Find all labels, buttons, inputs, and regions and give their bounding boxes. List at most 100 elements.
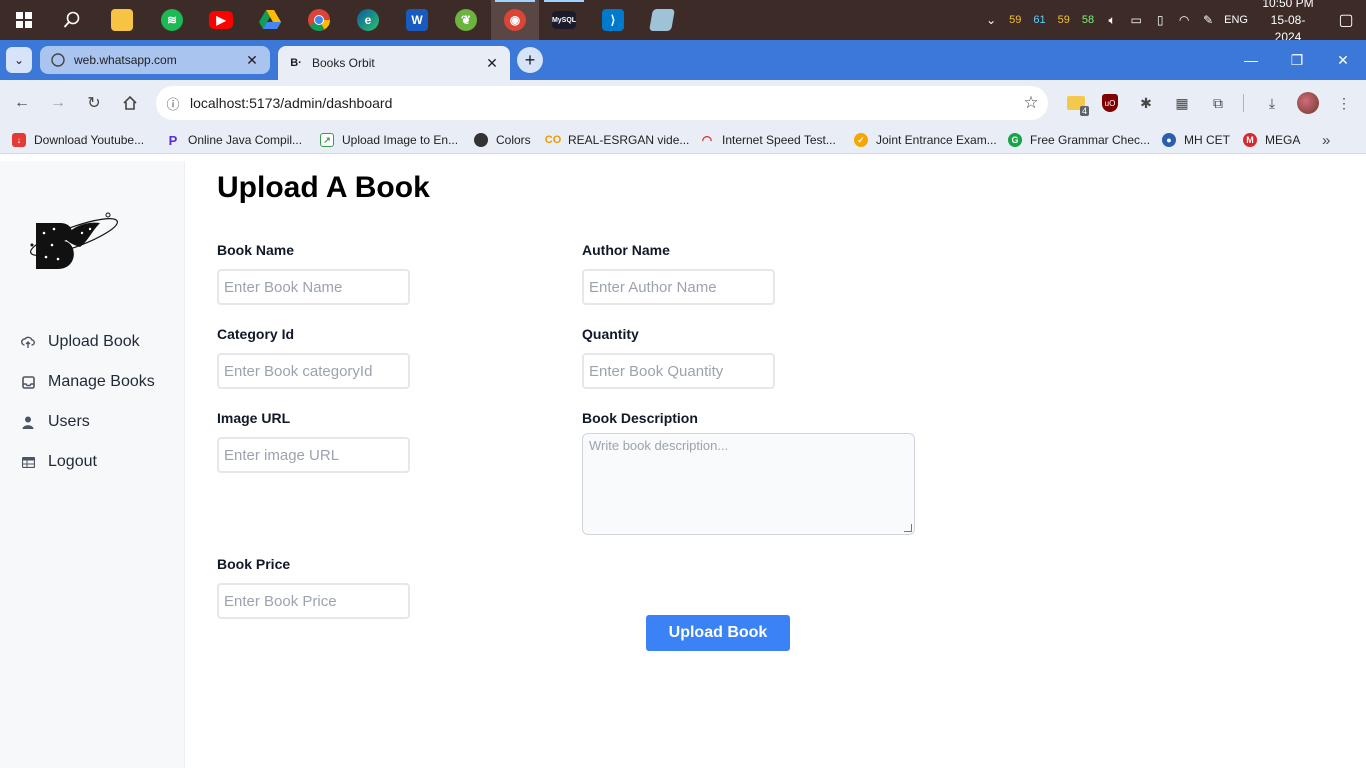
restore-button[interactable]: ❐ (1274, 40, 1320, 80)
spotify-icon: ≋ (161, 9, 183, 31)
sidebar-item-label: Users (48, 413, 90, 430)
tab-whatsapp[interactable]: web.whatsapp.com ✕ (40, 46, 270, 74)
taskbar-word[interactable]: W (393, 0, 441, 40)
tab-title: Books Orbit (312, 56, 375, 70)
quantity-input[interactable]: Enter Book Quantity (582, 353, 775, 389)
browser-toolbar: ← → ↻ ⓘ localhost:5173/admin/dashboard ☆… (0, 80, 1366, 126)
sidebar-item-logout[interactable]: Logout (20, 450, 97, 474)
book-name-label: Book Name (217, 242, 295, 258)
author-name-input[interactable]: Enter Author Name (582, 269, 775, 305)
ublock-button[interactable]: uO (1098, 91, 1122, 115)
quantity-label: Quantity (582, 326, 639, 342)
extensions-menu-button[interactable]: ⧉ (1206, 91, 1230, 115)
folder-extension-icon: 4 (1067, 96, 1089, 116)
start-button[interactable] (0, 0, 48, 40)
sidebar-item-users[interactable]: Users (20, 410, 90, 434)
browser-menu-button[interactable]: ⋮ (1332, 91, 1356, 115)
mysql-terminal-icon: MySQL (552, 11, 576, 29)
minimize-button[interactable]: — (1228, 40, 1274, 80)
taskbar-edge[interactable]: e (344, 0, 392, 40)
tab-search-button[interactable]: ⌄ (6, 47, 32, 73)
globe-icon (474, 133, 488, 147)
table-icon (20, 454, 36, 470)
search-button[interactable] (48, 0, 96, 40)
vscode-icon: ⟩ (602, 9, 624, 31)
close-icon[interactable]: ✕ (244, 52, 260, 68)
chrome-profile-icon: ◉ (504, 9, 526, 31)
taskbar-vscode[interactable]: ⟩ (589, 0, 637, 40)
back-button[interactable]: ← (10, 91, 34, 115)
book-description-textarea[interactable]: Write book description... (582, 433, 915, 535)
taskbar-spring-tool[interactable]: ❦ (442, 0, 490, 40)
resize-handle[interactable] (904, 524, 912, 532)
bookmark-item[interactable]: ◠ Internet Speed Test... (700, 131, 836, 149)
taskbar-file-explorer[interactable] (98, 0, 146, 40)
notification-icon[interactable]: ▢ (1326, 0, 1366, 40)
taskbar-mysql[interactable]: MySQL (540, 0, 588, 40)
extension-button[interactable]: ▦ (1170, 91, 1194, 115)
tab-books-orbit[interactable]: B· Books Orbit ✕ (278, 46, 510, 80)
close-icon: ✕ (1337, 51, 1349, 68)
download-icon: ↓ (12, 133, 26, 147)
downloads-button[interactable]: ⤓ (1260, 91, 1284, 115)
chevron-up-icon[interactable]: ⌄ (979, 0, 1003, 40)
youtube-icon: ▶ (209, 11, 233, 29)
bookmark-item[interactable]: ↗ Upload Image to En... (320, 131, 458, 149)
close-window-button[interactable]: ✕ (1320, 40, 1366, 80)
tray-stat: 59 (1009, 14, 1022, 26)
battery-icon[interactable]: ▭ (1124, 0, 1148, 40)
extension-button[interactable]: ✱ (1134, 91, 1158, 115)
mega-icon: M (1243, 133, 1257, 147)
new-tab-button[interactable]: + (517, 47, 543, 73)
minimize-icon: — (1244, 52, 1258, 68)
language-indicator[interactable]: ENG (1224, 14, 1248, 26)
extension-button[interactable]: 4 (1064, 91, 1089, 116)
profile-button[interactable] (1296, 91, 1320, 115)
taskbar-spotify[interactable]: ≋ (148, 0, 196, 40)
taskbar-chrome-profile[interactable]: ◉ (491, 0, 539, 40)
reload-button[interactable]: ↻ (82, 91, 106, 115)
books-orbit-logo[interactable] (28, 207, 120, 277)
book-price-input[interactable]: Enter Book Price (217, 583, 410, 619)
camera-icon[interactable]: ▯ (1148, 0, 1172, 40)
bookmark-star-icon[interactable]: ☆ (1014, 93, 1048, 113)
pen-icon[interactable]: ✎ (1196, 0, 1220, 40)
upload-book-button[interactable]: Upload Book (646, 615, 790, 651)
home-button[interactable] (118, 91, 142, 115)
bookmark-label: MH CET (1184, 133, 1230, 147)
check-icon: ✓ (854, 133, 868, 147)
bookmark-item[interactable]: CO REAL-ESRGAN vide... (545, 131, 690, 149)
volume-icon[interactable]: 🔈︎ (1100, 0, 1124, 40)
more-bookmarks-button[interactable]: » (1322, 131, 1330, 149)
bookmark-item[interactable]: Colors (474, 131, 531, 149)
taskbar-chrome[interactable] (295, 0, 343, 40)
sidebar-item-label: Logout (48, 453, 97, 470)
clock-time: 10:50 PM (1262, 0, 1314, 10)
url-text[interactable]: localhost:5173/admin/dashboard (190, 95, 1014, 111)
close-icon[interactable]: ✕ (484, 55, 500, 71)
taskbar-youtube[interactable]: ▶ (197, 0, 245, 40)
site-info-icon[interactable]: ⓘ (156, 94, 190, 113)
forward-button[interactable]: → (46, 91, 70, 115)
reload-icon: ↻ (87, 95, 101, 112)
chevron-double-right-icon: » (1322, 131, 1331, 149)
address-bar[interactable]: ⓘ localhost:5173/admin/dashboard ☆ (156, 86, 1048, 120)
bookmark-item[interactable]: M MEGA (1243, 131, 1300, 149)
bookmark-item[interactable]: ↓ Download Youtube... (12, 131, 144, 149)
image-url-input[interactable]: Enter image URL (217, 437, 410, 473)
sidebar: Upload Book Manage Books Users Logout (0, 161, 185, 768)
bookmark-item[interactable]: ● MH CET (1162, 131, 1230, 149)
clock[interactable]: 10:50 PM 15-08-2024 (1260, 0, 1316, 46)
sidebar-item-manage-books[interactable]: Manage Books (20, 370, 155, 394)
taskbar-google-drive[interactable] (246, 0, 294, 40)
bookmark-item[interactable]: P Online Java Compil... (166, 131, 302, 149)
book-name-input[interactable]: Enter Book Name (217, 269, 410, 305)
bookmark-item[interactable]: ✓ Joint Entrance Exam... (854, 131, 997, 149)
bookmark-item[interactable]: G Free Grammar Chec... (1008, 131, 1150, 149)
grammar-icon: G (1008, 133, 1022, 147)
sidebar-item-upload-book[interactable]: Upload Book (20, 330, 140, 354)
arrow-left-icon: ← (14, 94, 30, 111)
category-id-input[interactable]: Enter Book categoryId (217, 353, 410, 389)
taskbar-notepad[interactable] (638, 0, 686, 40)
wifi-icon[interactable]: ◠ (1172, 0, 1196, 40)
